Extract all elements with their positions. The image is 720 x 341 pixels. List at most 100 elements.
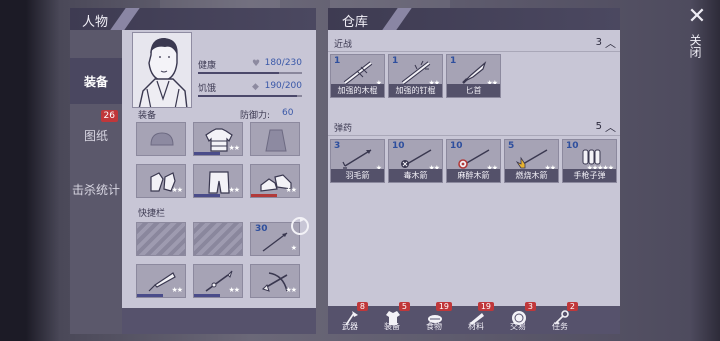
header-decoration	[110, 8, 140, 30]
tab-trade-badge: 3	[524, 302, 536, 311]
category-divider	[328, 135, 620, 136]
tab-kill-stats-label: 击杀统计	[71, 182, 120, 197]
equip-slot-feet[interactable]: ★★	[250, 164, 300, 198]
quickbar-machete-stars: ★★	[171, 286, 183, 294]
warehouse-title: 仓库	[342, 15, 369, 30]
category-melee-count: 3	[595, 37, 602, 48]
meat-icon: ◆	[252, 82, 259, 92]
tab-weapons-badge: 8	[356, 302, 368, 311]
category-ammo-label: 弹药	[334, 124, 353, 134]
quickbar-slot-locked-2[interactable]	[193, 222, 243, 256]
tab-materials-label: 材料	[468, 322, 484, 331]
survivor-portrait-icon	[138, 37, 188, 107]
equip-body-stars: ★★	[228, 144, 240, 152]
character-side-tabs: 装备 图纸 26 击杀统计	[70, 30, 122, 334]
health-bar-fill	[198, 72, 280, 74]
equip-slot-head[interactable]	[136, 122, 186, 156]
tab-equipment-items-label: 装备	[384, 322, 400, 331]
item-card[interactable]: 3 ★ 羽毛箭	[330, 139, 385, 183]
reinforced-club-icon	[343, 61, 373, 85]
quickbar-slot-spear[interactable]: ★★	[193, 264, 243, 298]
health-stat: 健康 ♥ 180/230	[198, 58, 302, 74]
item-card[interactable]: 5 ★★ 燃烧木箭	[504, 139, 559, 183]
equip-slot-hands[interactable]: ★★	[136, 164, 186, 198]
category-melee-header[interactable]: 近战 3 ︿	[328, 34, 620, 52]
item-name: 毒木箭	[389, 169, 442, 182]
warehouse-header: 仓库	[328, 8, 620, 30]
item-name: 麻醉木箭	[447, 169, 500, 182]
heart-icon: ♥	[252, 59, 261, 69]
item-name: 燃烧木箭	[505, 169, 558, 182]
character-header: 人物	[70, 8, 316, 30]
equip-slot-body[interactable]: ★★	[193, 122, 243, 156]
warehouse-panel: 仓库 近战 3 ︿ 1 ★ 加强的木棍 1 ★★ 加强的钉棍 1 ★★ 匕首 弹…	[328, 8, 620, 334]
tab-food[interactable]: 19 食物	[414, 302, 454, 334]
item-card[interactable]: 1 ★ 加强的木棍	[330, 54, 385, 98]
hunger-bar-fill	[198, 95, 297, 97]
equip-slot-legs[interactable]: ★★	[193, 164, 243, 198]
equip-legs-durability	[194, 194, 220, 197]
tab-weapons-label: 武器	[342, 322, 358, 331]
category-melee-label: 近战	[334, 40, 353, 50]
header-decoration	[382, 8, 412, 30]
tab-materials-badge: 19	[477, 302, 494, 311]
item-card[interactable]: 10 ★★ 麻醉木箭	[446, 139, 501, 183]
tab-equipment-items[interactable]: 5 装备	[372, 302, 412, 334]
cap-icon	[150, 132, 174, 146]
item-card[interactable]: 10 ★★ 毒木箭	[388, 139, 443, 183]
swap-cycle-icon[interactable]	[290, 216, 310, 236]
tab-blueprints-label: 图纸	[83, 128, 108, 143]
item-name: 匕首	[447, 84, 500, 97]
close-icon: ✕	[687, 4, 707, 29]
tab-equipment[interactable]: 装备	[70, 58, 122, 104]
equip-hands-stars: ★★	[171, 186, 183, 194]
tab-food-badge: 19	[435, 302, 452, 311]
health-value: 180/230	[264, 58, 302, 68]
cloak-icon	[265, 129, 287, 152]
tab-blueprints[interactable]: 图纸 26	[70, 110, 122, 158]
item-card[interactable]: 10 ★★★★★ 手枪子弹	[562, 139, 617, 183]
quickbar-crossbow-stars: ★★	[285, 286, 297, 294]
tab-quests[interactable]: 2 任务	[540, 302, 580, 334]
equip-legs-stars: ★★	[228, 186, 240, 194]
category-ammo-count: 5	[595, 121, 602, 132]
tab-trade-label: 交易	[510, 322, 526, 331]
hunger-bar	[198, 95, 302, 97]
defense-label: 防御力:	[240, 111, 271, 121]
item-card[interactable]: 1 ★★ 加强的钉棍	[388, 54, 443, 98]
chevron-up-icon[interactable]: ︿	[605, 119, 616, 135]
equip-slot-back[interactable]	[250, 122, 300, 156]
tab-trade[interactable]: 3 交易	[498, 302, 538, 334]
item-name: 加强的钉棍	[389, 84, 442, 97]
equipment-section-label: 装备	[138, 111, 157, 121]
tab-materials[interactable]: 19 材料	[456, 302, 496, 334]
equip-feet-durability	[251, 194, 277, 197]
tab-quests-badge: 2	[566, 302, 578, 311]
item-card[interactable]: 1 ★★ 匕首	[446, 54, 501, 98]
character-portrait	[132, 32, 192, 108]
quickbar-slot-crossbow[interactable]: ★★	[250, 264, 300, 298]
tab-kill-stats[interactable]: 击杀统计	[70, 166, 122, 212]
defense-value: 60	[282, 108, 294, 118]
tab-equipment-label: 装备	[83, 74, 108, 89]
equip-body-durability	[194, 152, 220, 155]
category-divider	[328, 51, 620, 52]
quickbar-section-label: 快捷栏	[138, 209, 166, 219]
character-body-footer	[122, 308, 316, 334]
tab-weapons[interactable]: 8 武器	[330, 302, 370, 334]
character-title: 人物	[82, 15, 109, 30]
warehouse-category-tabs: 8 武器 5 装备 19 食物 19 材料 3 交易 2 任务	[328, 302, 620, 334]
health-label: 健康	[198, 61, 217, 71]
tab-quests-label: 任务	[552, 322, 568, 331]
tab-equipment-badge: 5	[398, 302, 410, 311]
blueprints-badge: 26	[100, 110, 118, 122]
quickbar-slot-machete[interactable]: ★★	[136, 264, 186, 298]
quickbar-slot-locked-1[interactable]	[136, 222, 186, 256]
quickbar-arrow-stars: ★	[290, 244, 297, 252]
category-ammo-header[interactable]: 弹药 5 ︿	[328, 118, 620, 136]
feather-arrow-icon	[342, 149, 372, 169]
chevron-up-icon[interactable]: ︿	[605, 35, 616, 51]
close-label[interactable]: 关闭	[688, 34, 704, 58]
close-button[interactable]: ✕	[682, 6, 712, 30]
quickbar-spear-stars: ★★	[228, 286, 240, 294]
